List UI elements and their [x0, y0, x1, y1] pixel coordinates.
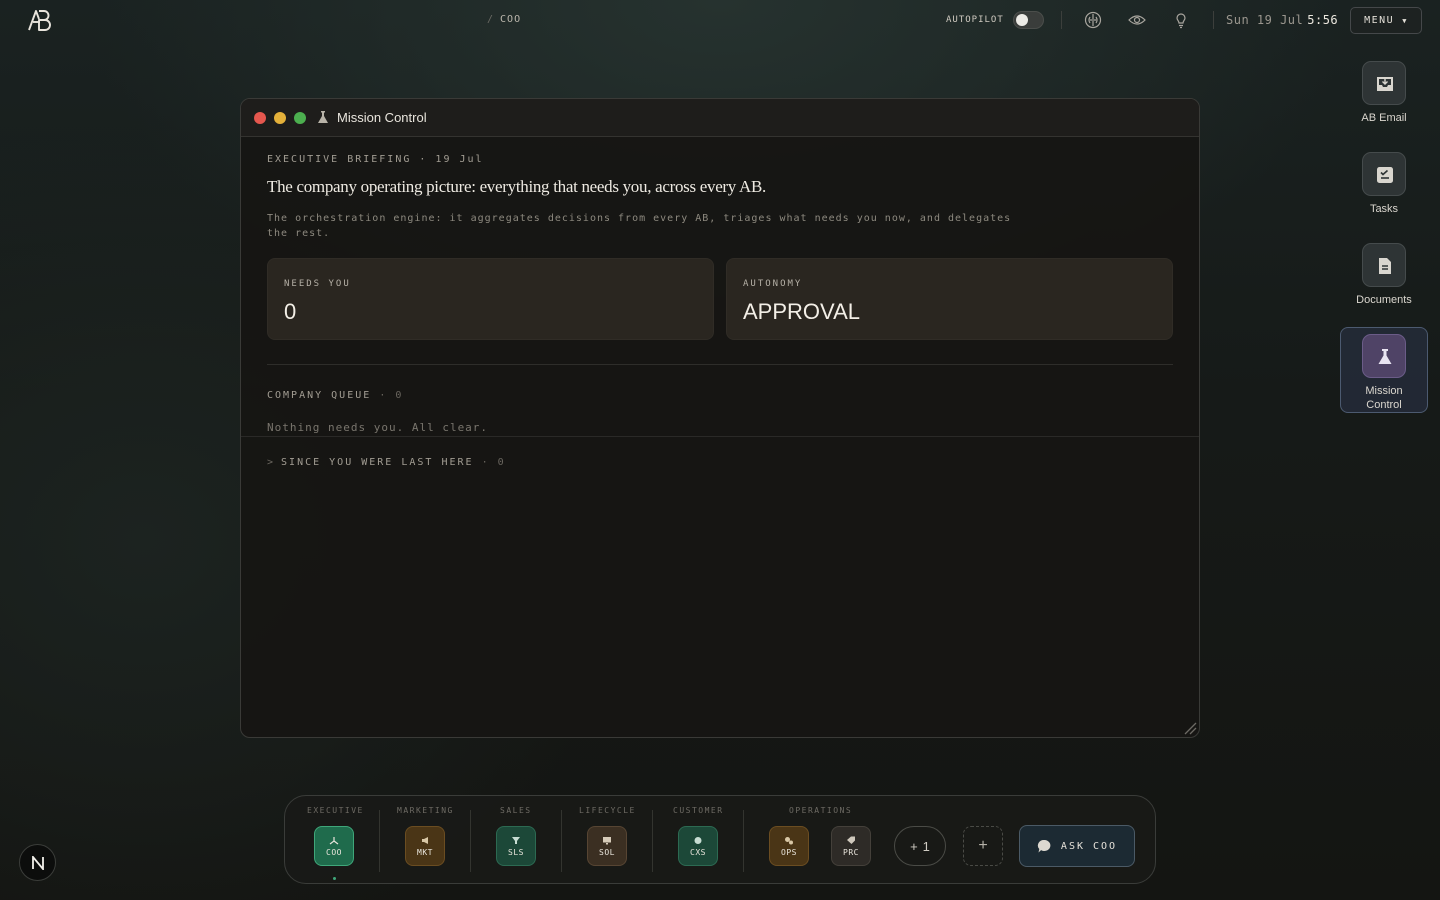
dock-item-ab-email[interactable]: AB Email	[1340, 61, 1428, 125]
plus-icon: +	[910, 838, 918, 854]
monitor-icon	[603, 836, 611, 844]
minimize-window-button[interactable]	[274, 112, 286, 124]
maximize-window-button[interactable]	[294, 112, 306, 124]
autonomy-card[interactable]: AUTONOMY APPROVAL	[726, 258, 1173, 340]
tag-icon	[847, 836, 855, 844]
card-value: 0	[284, 299, 297, 324]
mission-control-window: Mission Control EXECUTIVE BRIEFING · 19 …	[240, 98, 1200, 738]
add-app-button[interactable]: +	[963, 826, 1003, 866]
active-indicator	[333, 877, 336, 880]
flask-icon	[1362, 334, 1406, 378]
divider	[1061, 11, 1062, 29]
group-label-executive: EXECUTIVE	[307, 806, 364, 815]
briefing-description: The orchestration engine: it aggregates …	[267, 213, 1012, 239]
bottom-dock: EXECUTIVE MARKETING SALES LIFECYCLE CUST…	[284, 795, 1156, 884]
group-label-sales: SALES	[500, 806, 532, 815]
since-last-here-toggle[interactable]: > SINCE YOU WERE LAST HERE · 0	[267, 457, 506, 468]
briefing-eyebrow: EXECUTIVE BRIEFING · 19 Jul	[267, 154, 484, 165]
clock: Sun 19 Jul 5:56	[1226, 13, 1339, 27]
group-label-marketing: MARKETING	[397, 806, 454, 815]
checklist-icon	[1362, 152, 1406, 196]
dock-item-label: AB Email	[1361, 112, 1407, 124]
funnel-icon	[512, 836, 520, 844]
dock-item-label: Documents	[1356, 294, 1412, 306]
app-sls[interactable]: SLS	[496, 826, 536, 866]
breadcrumb-current: COO	[500, 14, 522, 25]
divider	[561, 810, 562, 872]
network-icon	[329, 836, 339, 844]
app-mkt[interactable]: MKT	[405, 826, 445, 866]
flask-icon	[318, 111, 328, 123]
group-label-operations: OPERATIONS	[789, 806, 853, 815]
divider	[652, 810, 653, 872]
company-queue-heading: COMPANY QUEUE · 0	[267, 390, 404, 401]
breadcrumb[interactable]: / COO	[487, 14, 521, 25]
document-icon	[1362, 243, 1406, 287]
group-label-lifecycle: LIFECYCLE	[579, 806, 636, 815]
autopilot-toggle[interactable]	[1013, 11, 1044, 29]
gears-icon	[785, 836, 793, 844]
ask-coo-button[interactable]: ASK COO	[1019, 825, 1135, 867]
chevron-right-icon: >	[267, 457, 276, 468]
divider	[267, 364, 1173, 365]
ab-logo-icon[interactable]	[27, 9, 51, 31]
lightbulb-icon[interactable]	[1172, 11, 1190, 29]
window-title: Mission Control	[337, 110, 427, 125]
support-icon	[694, 836, 702, 844]
menu-button[interactable]: MENU ▼	[1350, 7, 1422, 34]
app-ops[interactable]: OPS	[769, 826, 809, 866]
megaphone-icon	[422, 836, 428, 844]
resize-handle-icon[interactable]	[1181, 719, 1197, 735]
divider	[241, 436, 1199, 437]
divider	[470, 810, 471, 872]
n-logo-icon	[31, 855, 44, 870]
queue-empty-message: Nothing needs you. All clear.	[267, 421, 489, 434]
divider	[743, 810, 744, 872]
app-sol[interactable]: SOL	[587, 826, 627, 866]
dock-item-label: Mission Control	[1365, 385, 1403, 411]
window-titlebar[interactable]: Mission Control	[241, 99, 1199, 137]
divider	[379, 810, 380, 872]
more-apps-button[interactable]: +1	[894, 826, 946, 866]
dock-item-documents[interactable]: Documents	[1340, 243, 1428, 307]
app-cxs[interactable]: CXS	[678, 826, 718, 866]
autopilot-label: AUTOPILOT	[946, 15, 1004, 25]
needs-you-card[interactable]: NEEDS YOU 0	[267, 258, 714, 340]
n-badge-button[interactable]	[19, 844, 56, 881]
inbox-icon	[1362, 61, 1406, 105]
top-bar: / COO AUTOPILOT Sun 19 Jul 5:56 MENU ▼	[0, 0, 1440, 40]
app-coo[interactable]: COO	[314, 826, 354, 866]
divider	[1213, 11, 1214, 29]
dock-item-tasks[interactable]: Tasks	[1340, 152, 1428, 216]
dock-item-mission-control[interactable]: Mission Control	[1340, 327, 1428, 413]
close-window-button[interactable]	[254, 112, 266, 124]
eye-icon[interactable]	[1128, 11, 1146, 29]
app-prc[interactable]: PRC	[831, 826, 871, 866]
toggle-knob	[1016, 14, 1028, 26]
plus-icon: +	[978, 837, 988, 854]
chevron-down-icon: ▼	[1402, 16, 1408, 25]
briefing-headline: The company operating picture: everythin…	[267, 177, 766, 196]
brain-icon[interactable]	[1084, 11, 1102, 29]
group-label-customer: CUSTOMER	[673, 806, 724, 815]
card-value: APPROVAL	[743, 299, 860, 324]
chat-bubble-icon	[1037, 839, 1051, 852]
dock-item-label: Tasks	[1369, 203, 1399, 215]
card-label: AUTONOMY	[743, 279, 803, 289]
card-label: NEEDS YOU	[284, 279, 351, 289]
